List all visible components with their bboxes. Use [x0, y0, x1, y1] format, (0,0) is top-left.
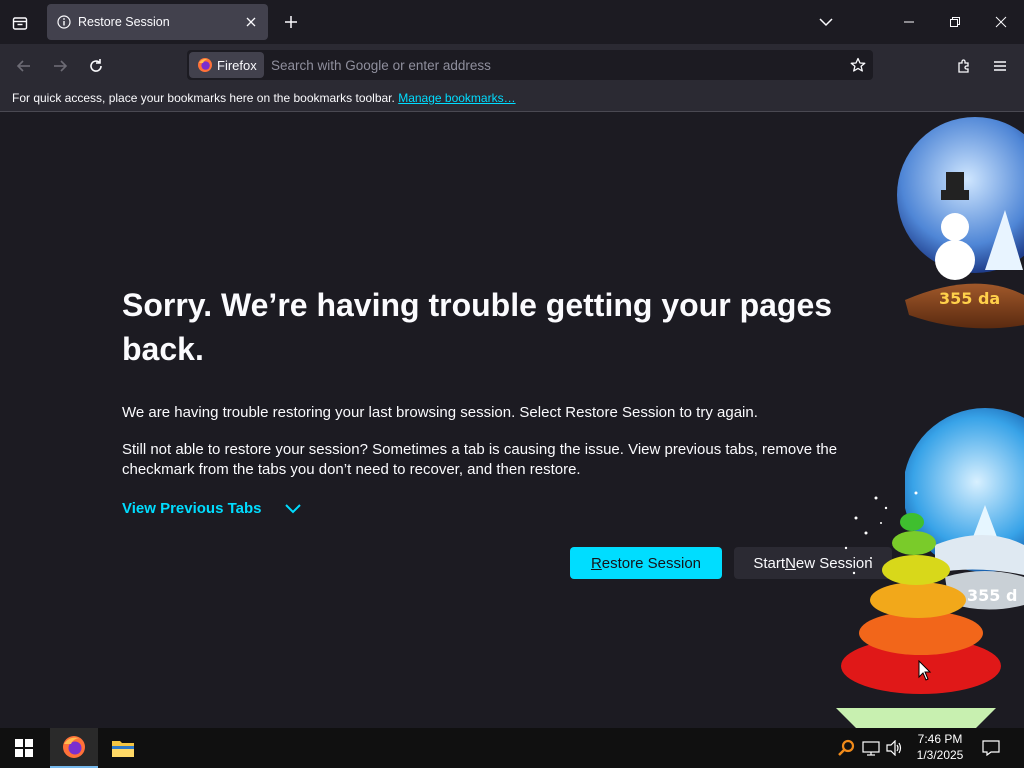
info-icon — [57, 15, 71, 29]
tab-title: Restore Session — [78, 15, 170, 29]
christmas-tree-gadget — [836, 491, 1001, 728]
address-input[interactable] — [271, 50, 831, 80]
snow-globe-gadget: 355 da — [897, 117, 1024, 329]
arrow-right-icon — [54, 60, 68, 72]
identity-label: Firefox — [217, 57, 257, 73]
windows-logo-icon — [15, 739, 33, 757]
gadget-counter: 355 da — [939, 289, 1000, 308]
tray-search-icon[interactable] — [836, 738, 856, 758]
bookmarks-hint-text: For quick access, place your bookmarks h… — [12, 91, 395, 105]
firefox-logo-icon — [198, 58, 212, 72]
network-monitor-icon — [862, 741, 880, 756]
hamburger-menu-icon — [994, 61, 1006, 71]
tab-restore-session[interactable]: Restore Session — [47, 4, 268, 40]
folder-icon — [112, 741, 134, 757]
start-button[interactable] — [0, 728, 48, 768]
puzzle-icon — [958, 59, 969, 73]
close-icon — [246, 17, 256, 27]
forward-button[interactable] — [46, 52, 74, 80]
tab-strip: Restore Session — [0, 0, 1024, 44]
notification-icon — [982, 740, 1000, 756]
firefox-view-icon — [12, 17, 28, 30]
volume-icon[interactable] — [885, 738, 905, 758]
chevron-down-icon — [284, 503, 301, 513]
close-icon — [995, 16, 1007, 28]
arrow-left-icon — [16, 60, 30, 72]
button-label-pre: Start — [753, 554, 786, 572]
accesskey: R — [590, 554, 602, 572]
new-tab-button[interactable] — [279, 10, 303, 34]
view-previous-tabs-toggle[interactable]: View Previous Tabs — [122, 500, 302, 517]
reload-button[interactable] — [82, 52, 110, 80]
restore-window-icon — [950, 17, 960, 27]
manage-bookmarks-link[interactable]: Manage bookmarks… — [398, 91, 515, 105]
minimize-icon — [904, 21, 914, 23]
reload-icon — [90, 59, 102, 72]
system-clock[interactable]: 7:46 PM 1/3/2025 — [910, 731, 970, 763]
bookmarks-toolbar: For quick access, place your bookmarks h… — [0, 86, 1024, 112]
list-all-tabs-button[interactable] — [814, 10, 838, 34]
taskbar: 7:46 PM 1/3/2025 — [0, 728, 1024, 768]
chevron-down-icon — [819, 18, 833, 27]
error-help-text: Still not able to restore your session? … — [122, 441, 838, 478]
plus-icon — [285, 16, 297, 28]
star-icon — [850, 57, 866, 72]
identity-box[interactable]: Firefox — [189, 52, 264, 78]
action-center-button[interactable] — [976, 728, 1006, 768]
taskbar-firefox[interactable] — [50, 728, 98, 768]
minimize-button[interactable] — [886, 0, 932, 44]
accesskey: N — [785, 554, 796, 572]
view-previous-tabs-label: View Previous Tabs — [122, 500, 262, 517]
close-window-button[interactable] — [978, 0, 1024, 44]
back-button[interactable] — [10, 52, 38, 80]
extensions-button[interactable] — [950, 52, 978, 80]
url-bar: Firefox — [187, 50, 873, 80]
clock-time: 7:46 PM — [917, 732, 963, 746]
magnifier-icon — [838, 739, 855, 756]
button-label-rest: estore Session — [601, 554, 702, 572]
network-icon[interactable] — [861, 738, 881, 758]
app-menu-button[interactable] — [986, 52, 1014, 80]
mouse-cursor-icon — [918, 660, 932, 681]
restore-window-button[interactable] — [932, 0, 978, 44]
navigation-toolbar: Firefox — [0, 44, 1024, 86]
firefox-view-button[interactable] — [6, 9, 34, 37]
taskbar-file-explorer[interactable] — [99, 728, 147, 768]
clock-date: 1/3/2025 — [916, 748, 964, 762]
bookmark-star-button[interactable] — [849, 56, 867, 74]
page-title: Sorry. We’re having trouble getting your… — [122, 287, 833, 367]
error-message: We are having trouble restoring your las… — [122, 404, 758, 421]
speaker-icon — [886, 740, 902, 756]
firefox-logo-icon — [63, 736, 85, 758]
close-tab-button[interactable] — [243, 14, 259, 30]
restore-session-button[interactable]: Restore Session — [570, 547, 722, 579]
